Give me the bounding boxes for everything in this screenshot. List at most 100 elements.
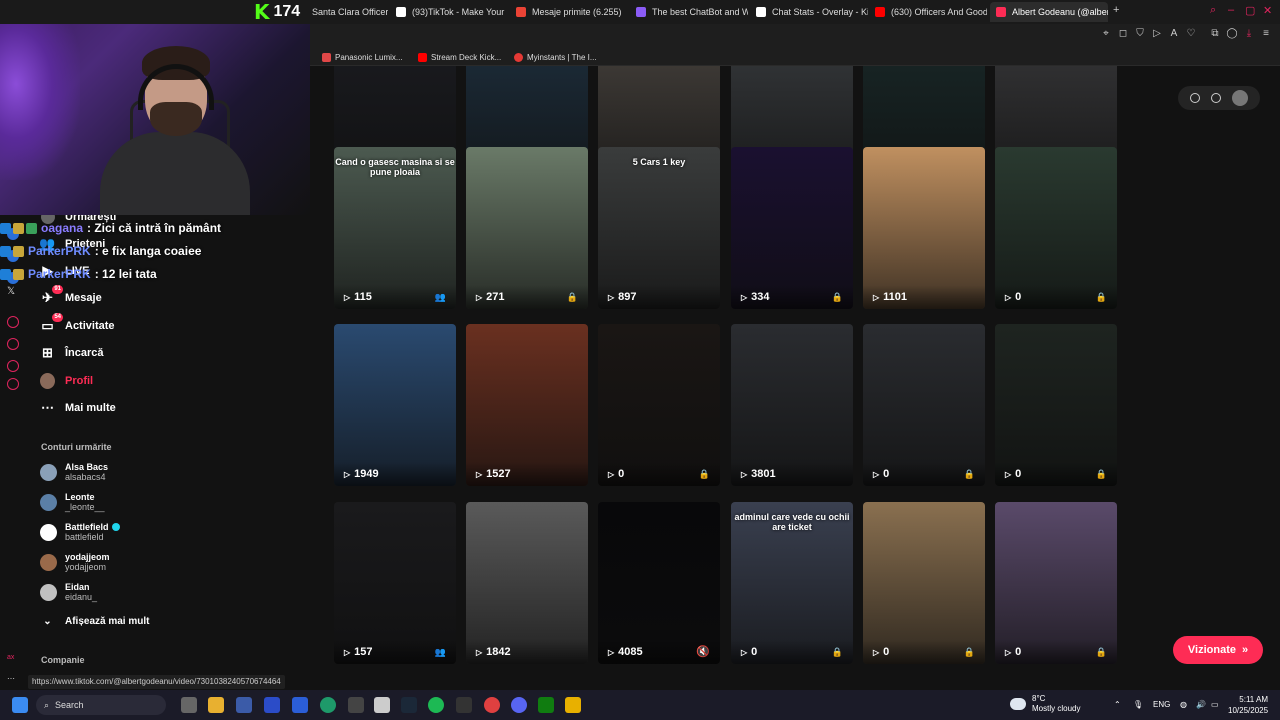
weather-temp: 8°C xyxy=(1032,694,1046,703)
language-indicator[interactable]: ENG xyxy=(1153,700,1170,709)
followed-account[interactable]: Eidan eidanu_ xyxy=(40,579,97,605)
sidebar-item-activity[interactable]: ▭ 54 Activitate xyxy=(40,312,115,337)
play-icon[interactable]: ▷ xyxy=(1151,28,1163,40)
video-card[interactable]: ▷0 🔒 xyxy=(863,324,985,486)
task-view-icon[interactable] xyxy=(181,697,197,713)
app-icon[interactable] xyxy=(456,697,472,713)
menu-icon[interactable]: ≡ xyxy=(1260,28,1272,40)
sidebar-item-messages[interactable]: ✈ 91 Mesaje xyxy=(40,284,102,309)
app-icon[interactable] xyxy=(7,316,19,328)
video-card[interactable]: ▷ 1101 xyxy=(863,147,985,309)
bookmark[interactable]: Panasonic Lumix... xyxy=(322,50,403,64)
view-count: 0 xyxy=(883,646,890,658)
bookmark[interactable]: Stream Deck Kick... xyxy=(418,50,501,64)
video-card[interactable]: ▷0 🔒 xyxy=(598,324,720,486)
search-icon[interactable]: ⌕ xyxy=(1210,4,1216,17)
xbox-icon[interactable] xyxy=(538,697,554,713)
app-icon[interactable]: ax xyxy=(7,654,19,666)
battery-icon[interactable]: ▭ xyxy=(1211,700,1219,709)
translate-icon[interactable]: A xyxy=(1168,28,1180,40)
company-link[interactable]: Companie xyxy=(41,655,85,665)
browser-tab[interactable]: (93)TikTok - Make Your D xyxy=(396,2,506,22)
download-icon[interactable]: ⤓ xyxy=(1243,28,1255,40)
video-card[interactable]: ▷0 🔒 xyxy=(995,324,1117,486)
video-card[interactable]: ▷ 1949 xyxy=(334,324,456,486)
video-card[interactable]: ▷ 1842 xyxy=(466,502,588,664)
app-icon[interactable] xyxy=(264,697,280,713)
app-icon[interactable] xyxy=(374,697,390,713)
video-card[interactable]: ▷ 271 🔒 xyxy=(466,147,588,309)
play-icon: ▷ xyxy=(873,292,880,302)
video-card[interactable]: ▷0 🔒 xyxy=(995,147,1117,309)
followed-account[interactable]: Leonte _leonte__ xyxy=(40,489,105,515)
followed-account[interactable]: Alsa Bacs alsabacs4 xyxy=(40,459,108,485)
video-card[interactable]: 5 Cars 1 key ▷ 897 xyxy=(598,147,720,309)
app-icon[interactable] xyxy=(7,360,19,372)
app-icon[interactable] xyxy=(565,697,581,713)
app-icon[interactable] xyxy=(348,697,364,713)
maximize-icon[interactable]: ▢ xyxy=(1245,4,1255,17)
volume-icon[interactable]: 🔊 xyxy=(1196,700,1206,709)
gmail-icon xyxy=(516,7,526,17)
file-explorer-icon[interactable] xyxy=(208,697,224,713)
weather-widget[interactable]: 8°C Mostly cloudy xyxy=(1010,694,1080,714)
sidebar-item-upload[interactable]: ⊞ Încarcă xyxy=(40,342,103,364)
mute-icon[interactable]: 🔇 xyxy=(696,645,710,658)
browser-icon[interactable] xyxy=(484,697,500,713)
taskbar-search[interactable]: ⌕ Search xyxy=(36,695,166,715)
browser-tab[interactable]: Mesaje primite (6.255) - xyxy=(516,2,624,22)
video-card[interactable]: ▷ 1527 xyxy=(466,324,588,486)
followed-account[interactable]: yodajjeom yodajjeom xyxy=(40,549,110,575)
profile-icon[interactable]: ◯ xyxy=(1226,28,1238,40)
minimize-icon[interactable]: – xyxy=(1228,4,1234,16)
mic-icon[interactable]: 🎙 xyxy=(1133,700,1143,709)
more-icon[interactable]: ⋯ xyxy=(7,674,19,686)
settings-icon[interactable] xyxy=(1189,93,1200,103)
steam-icon[interactable] xyxy=(401,697,417,713)
word-icon[interactable] xyxy=(292,697,308,713)
followed-account[interactable]: Battlefield battlefield xyxy=(40,519,120,545)
video-card[interactable]: ▷ 157 👥 xyxy=(334,502,456,664)
browser-tab[interactable]: (630) Officers And Good xyxy=(875,2,987,22)
x-icon[interactable]: 𝕏 xyxy=(7,286,19,298)
app-icon[interactable] xyxy=(7,338,19,350)
browser-tab[interactable]: Chat Stats - Overlay - Kic xyxy=(756,2,868,22)
sidebar-item-more[interactable]: ⋯ Mai multe xyxy=(40,397,116,419)
video-card[interactable]: ▷0 🔒 xyxy=(995,502,1117,664)
sidebar-item-profile[interactable]: Profil xyxy=(40,370,93,392)
video-card[interactable]: ▷0 🔒 xyxy=(863,502,985,664)
video-card[interactable]: Cand o gasesc masina si se pune ploaia ▷ 1… xyxy=(334,147,456,309)
video-card[interactable]: ▷ 4085 🔇 xyxy=(598,502,720,664)
video-stats: ▷ 334 🔒 xyxy=(731,285,853,309)
clock[interactable]: 5:11 AM 10/25/2025 xyxy=(1228,694,1268,716)
network-icon[interactable]: ◍ xyxy=(1180,700,1187,709)
bookmark[interactable]: Myinstants | The I... xyxy=(514,50,597,64)
new-tab-icon[interactable]: + xyxy=(1113,4,1119,16)
heart-icon[interactable]: ♡ xyxy=(1185,28,1197,40)
browser-tab[interactable]: The best ChatBot and W xyxy=(636,2,748,22)
clock-date: 10/25/2025 xyxy=(1228,706,1269,715)
discord-icon[interactable] xyxy=(511,697,527,713)
video-card[interactable]: adminul care vede cu ochii are ticket ▷ 0 🔒 xyxy=(731,502,853,664)
extension-icon[interactable]: ◻ xyxy=(1117,28,1129,40)
settings-icon[interactable] xyxy=(7,378,19,390)
browser-tab-active[interactable]: Albert Godeanu (@albert xyxy=(990,2,1108,22)
show-more-button[interactable]: ⌄ Afișează mai mult xyxy=(40,610,149,632)
browser-tab[interactable]: Santa Clara Officer xyxy=(312,2,388,22)
shield-icon[interactable]: ⛉ xyxy=(1134,28,1146,40)
app-icon[interactable] xyxy=(236,697,252,713)
play-icon: ▷ xyxy=(476,647,483,657)
close-icon[interactable]: ✕ xyxy=(1263,4,1272,17)
avatar[interactable] xyxy=(1232,90,1249,106)
device-icon[interactable] xyxy=(1210,93,1221,103)
spotify-icon[interactable] xyxy=(428,697,444,713)
pin-icon[interactable]: ⌖ xyxy=(1100,28,1112,40)
video-card[interactable]: ▷ 3801 xyxy=(731,324,853,486)
chat-message: ParkerPRK : 12 lei tata xyxy=(0,264,157,284)
watched-button[interactable]: Vizionate » xyxy=(1173,636,1263,664)
puzzle-icon[interactable]: ⧉ xyxy=(1209,28,1221,40)
chevron-up-icon[interactable]: ⌃ xyxy=(1114,700,1121,709)
video-card[interactable]: ▷ 334 🔒 xyxy=(731,147,853,309)
edge-icon[interactable] xyxy=(320,697,336,713)
windows-start-icon[interactable] xyxy=(12,697,28,713)
